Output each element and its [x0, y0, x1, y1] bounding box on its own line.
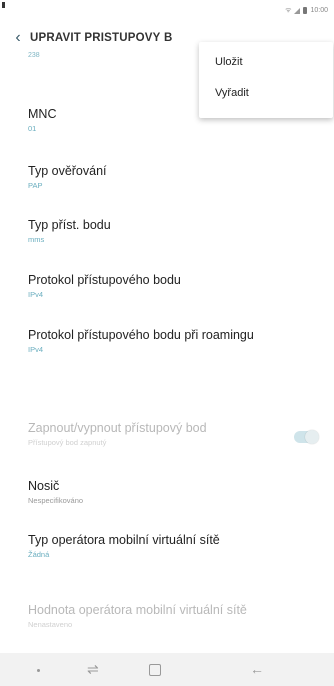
menu-item-discard[interactable]: Vyřadit	[215, 87, 249, 99]
setting-value: Nespecifikováno	[28, 496, 84, 505]
status-icons: ᯤ 10:00	[285, 6, 328, 15]
setting-value: Nenastaveno	[28, 620, 73, 629]
signal-icon	[294, 7, 301, 14]
overflow-menu: Uložit Vyřadit	[199, 42, 333, 118]
setting-label: Typ ověřování	[28, 164, 107, 178]
setting-apn-type[interactable]: Typ příst. bodu mms	[28, 218, 318, 244]
setting-mvno-value[interactable]: Hodnota operátora mobilní virtuální sítě…	[28, 603, 318, 629]
status-time: 10:00	[310, 7, 328, 14]
setting-label: Protokol přístupového bodu při roamingu	[28, 328, 254, 342]
chevron-left-icon: ‹	[15, 29, 21, 46]
setting-value: Žádná	[28, 550, 50, 559]
apn-toggle-switch[interactable]	[294, 430, 319, 444]
partial-item-value: 238	[28, 52, 40, 59]
recent-apps-icon[interactable]: ⇌	[87, 661, 99, 678]
setting-value: Přístupový bod zapnutý	[28, 438, 107, 447]
setting-apn-protocol[interactable]: Protokol přístupového bodu IPv4	[28, 273, 318, 299]
dot-icon[interactable]	[37, 669, 40, 672]
page-title: UPRAVIT PŘÍSTUPOVÝ B	[30, 32, 173, 44]
setting-label: Hodnota operátora mobilní virtuální sítě	[28, 603, 247, 617]
back-button[interactable]: ‹	[6, 26, 30, 50]
notification-icon	[2, 2, 5, 8]
setting-bearer[interactable]: Nosič Nespecifikováno	[28, 479, 318, 505]
setting-value: 01	[28, 124, 37, 133]
setting-apn-toggle[interactable]: Zapnout/vypnout přístupový bod Přístupov…	[28, 421, 318, 447]
setting-label: Protokol přístupového bodu	[28, 273, 181, 287]
status-bar: ᯤ 10:00	[0, 0, 334, 20]
menu-item-save[interactable]: Uložit	[215, 56, 243, 68]
battery-icon	[303, 7, 308, 14]
setting-value: PAP	[28, 181, 43, 190]
setting-value: IPv4	[28, 345, 44, 354]
setting-apn-roaming-protocol[interactable]: Protokol přístupového bodu při roamingu …	[28, 328, 318, 354]
navigation-bar: ⇌ ←	[0, 653, 334, 686]
setting-label: Typ příst. bodu	[28, 218, 111, 232]
setting-label: Nosič	[28, 479, 60, 493]
setting-mvno-type[interactable]: Typ operátora mobilní virtuální sítě Žád…	[28, 533, 318, 559]
setting-value: mms	[28, 235, 45, 244]
wifi-icon: ᯤ	[285, 7, 292, 14]
setting-label: Zapnout/vypnout přístupový bod	[28, 421, 207, 435]
home-icon[interactable]	[149, 664, 161, 676]
back-icon[interactable]: ←	[250, 661, 264, 677]
setting-value: IPv4	[28, 290, 44, 299]
setting-label: Typ operátora mobilní virtuální sítě	[28, 533, 220, 547]
toggle-knob	[305, 430, 319, 444]
setting-auth-type[interactable]: Typ ověřování PAP	[28, 164, 318, 190]
